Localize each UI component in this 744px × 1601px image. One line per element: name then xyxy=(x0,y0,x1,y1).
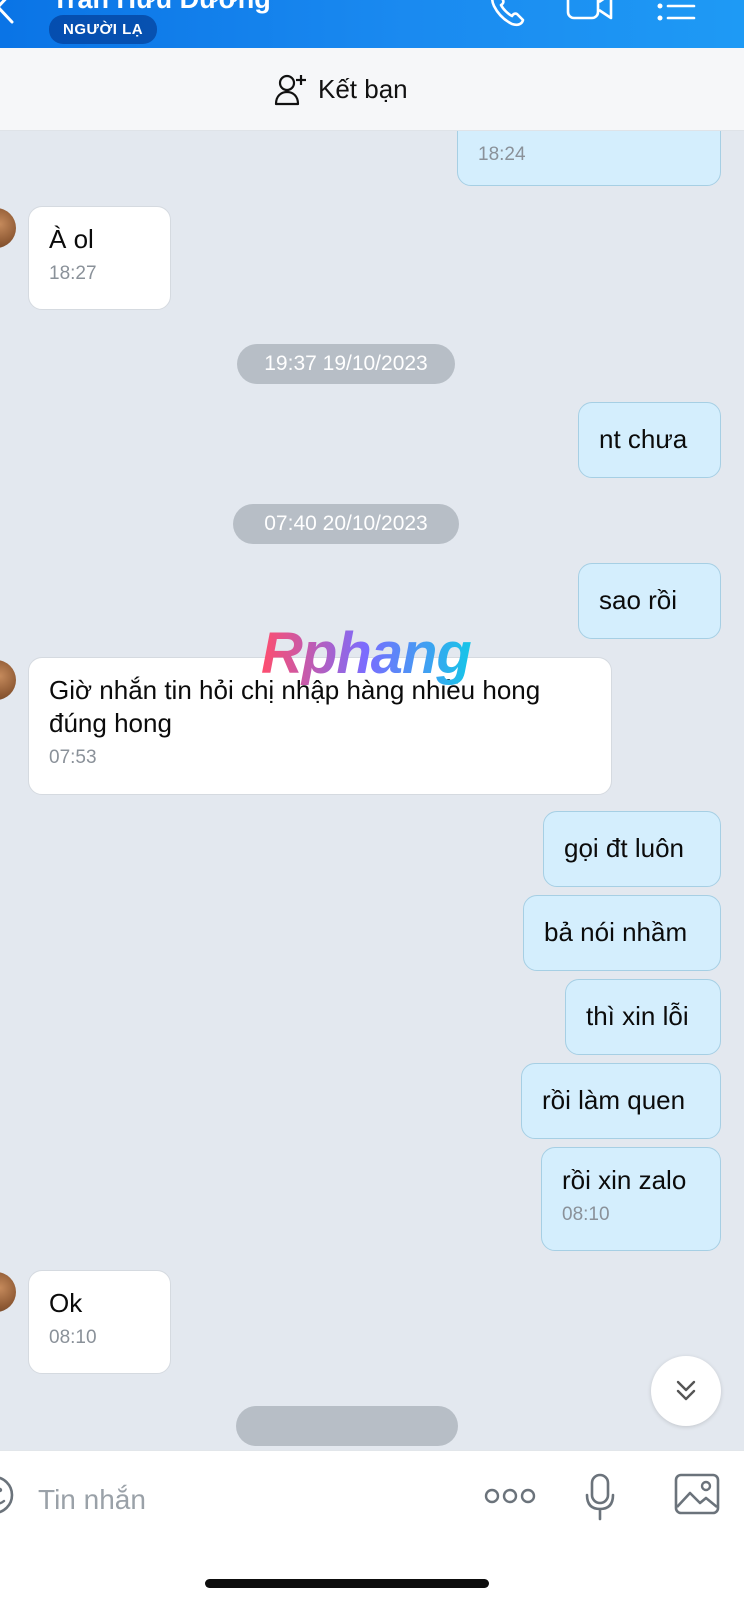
avatar[interactable] xyxy=(0,660,16,700)
message-time: 08:10 xyxy=(562,1204,610,1225)
sticker-icon[interactable] xyxy=(0,1473,16,1517)
microphone-icon[interactable] xyxy=(584,1473,616,1521)
user-plus-icon xyxy=(274,74,306,106)
watermark-logo: Rphang xyxy=(261,621,472,686)
avatar[interactable] xyxy=(0,208,16,248)
add-friend-button[interactable]: Kết bạn xyxy=(274,68,408,110)
message-bubble-sent[interactable]: 18:24 xyxy=(457,130,721,186)
avatar[interactable] xyxy=(0,1272,16,1312)
message-input[interactable] xyxy=(36,1477,460,1523)
message-text: rồi làm quen xyxy=(542,1085,686,1115)
date-separator: 19:37 19/10/2023 xyxy=(237,344,455,384)
message-time: 18:27 xyxy=(49,263,97,284)
message-bubble-sent[interactable]: gọi đt luôn xyxy=(543,811,721,887)
message-time: 18:24 xyxy=(478,144,526,165)
chat-header: Trần Hữu Dương NGƯỜI LẠ xyxy=(0,0,744,48)
phone-icon[interactable] xyxy=(488,0,526,28)
message-bubble-sent[interactable]: bả nói nhầm xyxy=(523,895,721,971)
message-time: 07:53 xyxy=(49,747,97,768)
message-text: rồi xin zalo xyxy=(562,1165,687,1195)
more-dots-icon[interactable] xyxy=(484,1485,536,1507)
message-text: Ok xyxy=(49,1288,83,1318)
add-friend-bar: Kết bạn xyxy=(0,48,744,131)
image-icon[interactable] xyxy=(674,1473,720,1515)
message-time: 08:10 xyxy=(49,1327,97,1348)
message-bubble-sent[interactable]: rồi xin zalo 08:10 xyxy=(541,1147,721,1251)
message-text: sao rồi xyxy=(599,585,678,615)
message-bubble-sent[interactable]: nt chưa xyxy=(578,402,721,478)
message-bubble-sent[interactable]: rồi làm quen xyxy=(521,1063,721,1139)
message-bubble-received[interactable]: À ol 18:27 xyxy=(28,206,171,310)
message-text: nt chưa xyxy=(599,424,688,454)
list-menu-icon[interactable] xyxy=(656,0,696,24)
stranger-badge: NGƯỜI LẠ xyxy=(49,15,158,44)
date-separator: 07:40 20/10/2023 xyxy=(233,504,459,544)
home-indicator[interactable] xyxy=(205,1579,489,1588)
chevron-left-icon[interactable] xyxy=(0,0,16,24)
message-list[interactable]: 18:24 À ol 18:27 19:37 19/10/2023 nt chư… xyxy=(0,130,744,1450)
message-composer xyxy=(0,1450,744,1601)
message-text: thì xin lỗi xyxy=(586,1001,689,1031)
scroll-to-bottom-button[interactable] xyxy=(651,1356,721,1426)
double-chevron-down-icon xyxy=(676,1380,696,1401)
message-text: À ol xyxy=(49,224,94,254)
date-separator xyxy=(236,1406,458,1446)
add-friend-label: Kết bạn xyxy=(318,73,408,104)
contact-name[interactable]: Trần Hữu Dương xyxy=(52,0,271,15)
message-text: gọi đt luôn xyxy=(564,833,684,863)
message-bubble-received[interactable]: Ok 08:10 xyxy=(28,1270,171,1374)
message-text: bả nói nhầm xyxy=(544,917,688,947)
message-bubble-sent[interactable]: thì xin lỗi xyxy=(565,979,721,1055)
message-bubble-sent[interactable]: sao rồi xyxy=(578,563,721,639)
video-camera-icon[interactable] xyxy=(566,0,614,24)
